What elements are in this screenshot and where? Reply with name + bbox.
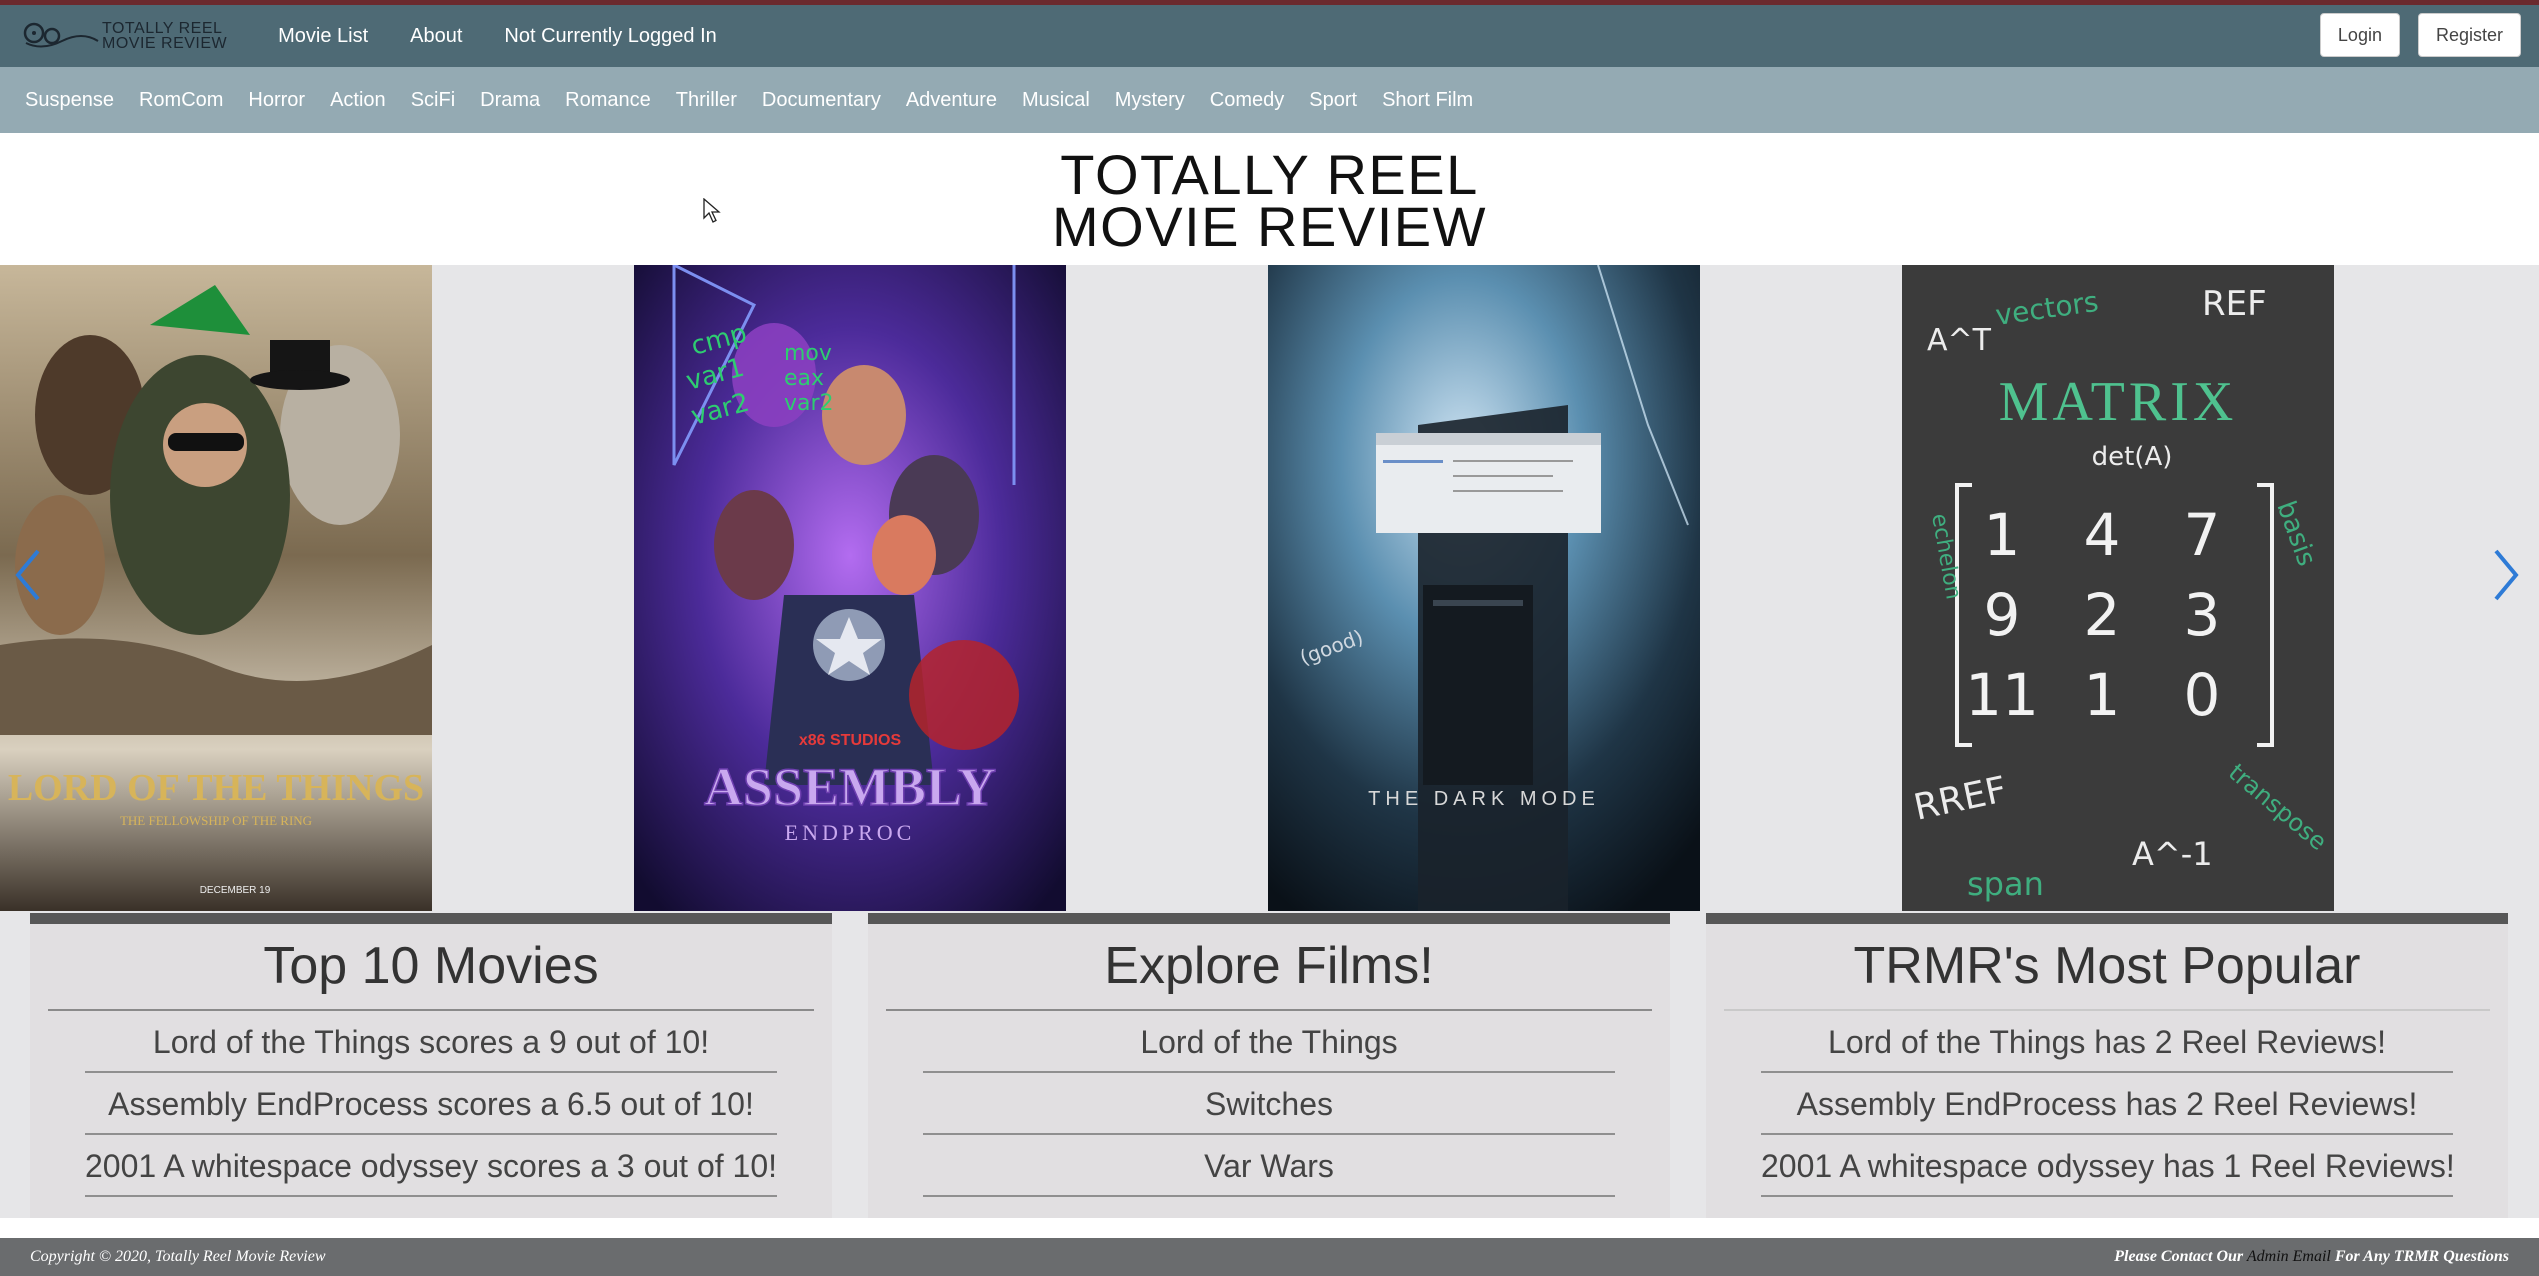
genre-adventure[interactable]: Adventure xyxy=(906,89,997,112)
matrix-cell: 2 xyxy=(2084,581,2121,649)
matrix-cell: 1 xyxy=(1984,501,2021,569)
poster-image: A^T vectors REF MATRIX det(A) 1 4 7 9 2 … xyxy=(1902,265,2334,911)
register-button[interactable]: Register xyxy=(2417,13,2521,57)
genre-horror[interactable]: Horror xyxy=(248,89,305,112)
matrix-cell: 0 xyxy=(2184,661,2221,729)
annotation-a-inverse: A^-1 xyxy=(2132,835,2213,873)
panel-title: TRMR's Most Popular xyxy=(1853,937,2361,995)
nav-about[interactable]: About xyxy=(410,25,462,48)
annotation-span: span xyxy=(1967,865,2044,903)
annotation-ref: REF xyxy=(2202,284,2267,324)
poster-carousel: LORD OF THE THINGS THE FELLOWSHIP OF THE… xyxy=(0,265,2539,913)
genre-comedy[interactable]: Comedy xyxy=(1210,89,1284,112)
genre-musical[interactable]: Musical xyxy=(1022,89,1090,112)
brand-line-2: MOVIE REVIEW xyxy=(102,35,228,52)
matrix-cell: 4 xyxy=(2084,501,2121,569)
genre-thriller[interactable]: Thriller xyxy=(676,89,737,112)
contact-prefix: Please Contact Our xyxy=(2114,1248,2244,1265)
list-item[interactable]: Assembly EndProcess scores a 6.5 out of … xyxy=(85,1073,777,1135)
matrix-cell: 7 xyxy=(2184,501,2221,569)
list-item[interactable]: Lord of the Things has 2 Reel Reviews! xyxy=(1761,1011,2453,1073)
genre-short-film[interactable]: Short Film xyxy=(1382,89,1473,112)
genre-sport[interactable]: Sport xyxy=(1309,89,1357,112)
matrix-cell: 1 xyxy=(2084,661,2121,729)
contact-text: Please Contact Our Admin Email For Any T… xyxy=(2114,1248,2509,1266)
nav-login-status[interactable]: Not Currently Logged In xyxy=(504,25,716,48)
list-item[interactable]: Assembly EndProcess has 2 Reel Reviews! xyxy=(1761,1073,2453,1135)
list-item[interactable]: Lord of the Things scores a 9 out of 10! xyxy=(85,1011,777,1073)
poster-date: DECEMBER 19 xyxy=(200,885,271,896)
page-footer: Copyright © 2020, Totally Reel Movie Rev… xyxy=(0,1238,2539,1276)
annotation-var2-b: var2 xyxy=(784,391,834,416)
poster-title: MATRIX xyxy=(1999,371,2238,433)
info-panels: Top 10 Movies Lord of the Things scores … xyxy=(0,913,2539,1218)
annotation-a-transpose: A^T xyxy=(1927,323,1992,358)
brand-logo[interactable]: TOTALLY REEL MOVIE REVIEW xyxy=(22,5,227,67)
poster-image: cmp var1 var2 mov eax var2 x86 STUDIOS A… xyxy=(634,265,1066,911)
panel-title: Explore Films! xyxy=(1104,937,1434,995)
admin-email-link[interactable]: Admin Email xyxy=(2247,1248,2331,1265)
poster-lord-of-the-things[interactable]: LORD OF THE THINGS THE FELLOWSHIP OF THE… xyxy=(0,265,432,911)
copyright-text: Copyright © 2020, Totally Reel Movie Rev… xyxy=(30,1248,326,1265)
matrix-cell: 11 xyxy=(1965,661,2039,729)
poster-subtitle: THE FELLOWSHIP OF THE RING xyxy=(120,813,312,828)
panel-title: Top 10 Movies xyxy=(263,937,599,995)
carousel-next-button[interactable] xyxy=(2486,545,2526,605)
page-title-line-1: TOTALLY REEL xyxy=(1060,143,1479,206)
genre-documentary[interactable]: Documentary xyxy=(762,89,881,112)
mouse-cursor-icon xyxy=(703,198,721,223)
panel-most-popular: TRMR's Most Popular Lord of the Things h… xyxy=(1706,913,2508,1218)
genre-romance[interactable]: Romance xyxy=(565,89,651,112)
panel-explore-films: Explore Films! Lord of the Things Switch… xyxy=(868,913,1670,1218)
list-item[interactable]: Var Wars xyxy=(923,1135,1615,1197)
poster-image: LORD OF THE THINGS THE FELLOWSHIP OF THE… xyxy=(0,265,432,911)
poster-the-dark-mode[interactable]: (good) THE DARK MODE xyxy=(1268,265,1700,911)
genre-scifi[interactable]: SciFi xyxy=(411,89,455,112)
genre-suspense[interactable]: Suspense xyxy=(25,89,114,112)
poster-title: LORD OF THE THINGS xyxy=(8,767,424,809)
panel-top-10-movies: Top 10 Movies Lord of the Things scores … xyxy=(30,913,832,1218)
page-title: TOTALLY REEL MOVIE REVIEW xyxy=(0,133,2539,265)
list-item[interactable]: 2001 A whitespace odyssey scores a 3 out… xyxy=(85,1135,777,1197)
contact-suffix: For Any TRMR Questions xyxy=(2334,1248,2509,1265)
genre-drama[interactable]: Drama xyxy=(480,89,540,112)
matrix-cell: 3 xyxy=(2184,581,2221,649)
annotation-det: det(A) xyxy=(2092,442,2173,472)
poster-image: (good) THE DARK MODE xyxy=(1268,265,1700,911)
poster-title: ASSEMBLY xyxy=(704,757,996,817)
poster-matrix[interactable]: A^T vectors REF MATRIX det(A) 1 4 7 9 2 … xyxy=(1902,265,2334,911)
annotation-mov: mov xyxy=(784,341,832,366)
poster-subtitle: ENDPROC xyxy=(785,820,916,845)
list-item[interactable]: 2001 A whitespace odyssey has 1 Reel Rev… xyxy=(1761,1135,2455,1197)
brand-line-1: TOTALLY REEL xyxy=(102,20,223,37)
main-navbar: TOTALLY REEL MOVIE REVIEW Movie List Abo… xyxy=(0,5,2539,67)
genre-action[interactable]: Action xyxy=(330,89,386,112)
chevron-right-icon xyxy=(2494,549,2519,601)
genre-bar: Suspense RomCom Horror Action SciFi Dram… xyxy=(0,67,2539,133)
poster-assembly[interactable]: cmp var1 var2 mov eax var2 x86 STUDIOS A… xyxy=(634,265,1066,911)
poster-title: THE DARK MODE xyxy=(1368,788,1600,810)
login-button[interactable]: Login xyxy=(2319,13,2400,57)
annotation-eax: eax xyxy=(784,366,824,391)
genre-romcom[interactable]: RomCom xyxy=(139,89,223,112)
list-item[interactable]: Lord of the Things xyxy=(923,1011,1615,1073)
carousel-prev-button[interactable] xyxy=(8,545,48,605)
nav-movie-list[interactable]: Movie List xyxy=(278,25,368,48)
genre-mystery[interactable]: Mystery xyxy=(1115,89,1185,112)
page-title-line-2: MOVIE REVIEW xyxy=(1052,195,1487,258)
list-item[interactable]: Switches xyxy=(923,1073,1615,1135)
matrix-cell: 9 xyxy=(1984,581,2021,649)
chevron-left-icon xyxy=(15,549,40,601)
poster-badge: x86 STUDIOS xyxy=(799,732,902,749)
film-reel-icon xyxy=(23,22,99,48)
